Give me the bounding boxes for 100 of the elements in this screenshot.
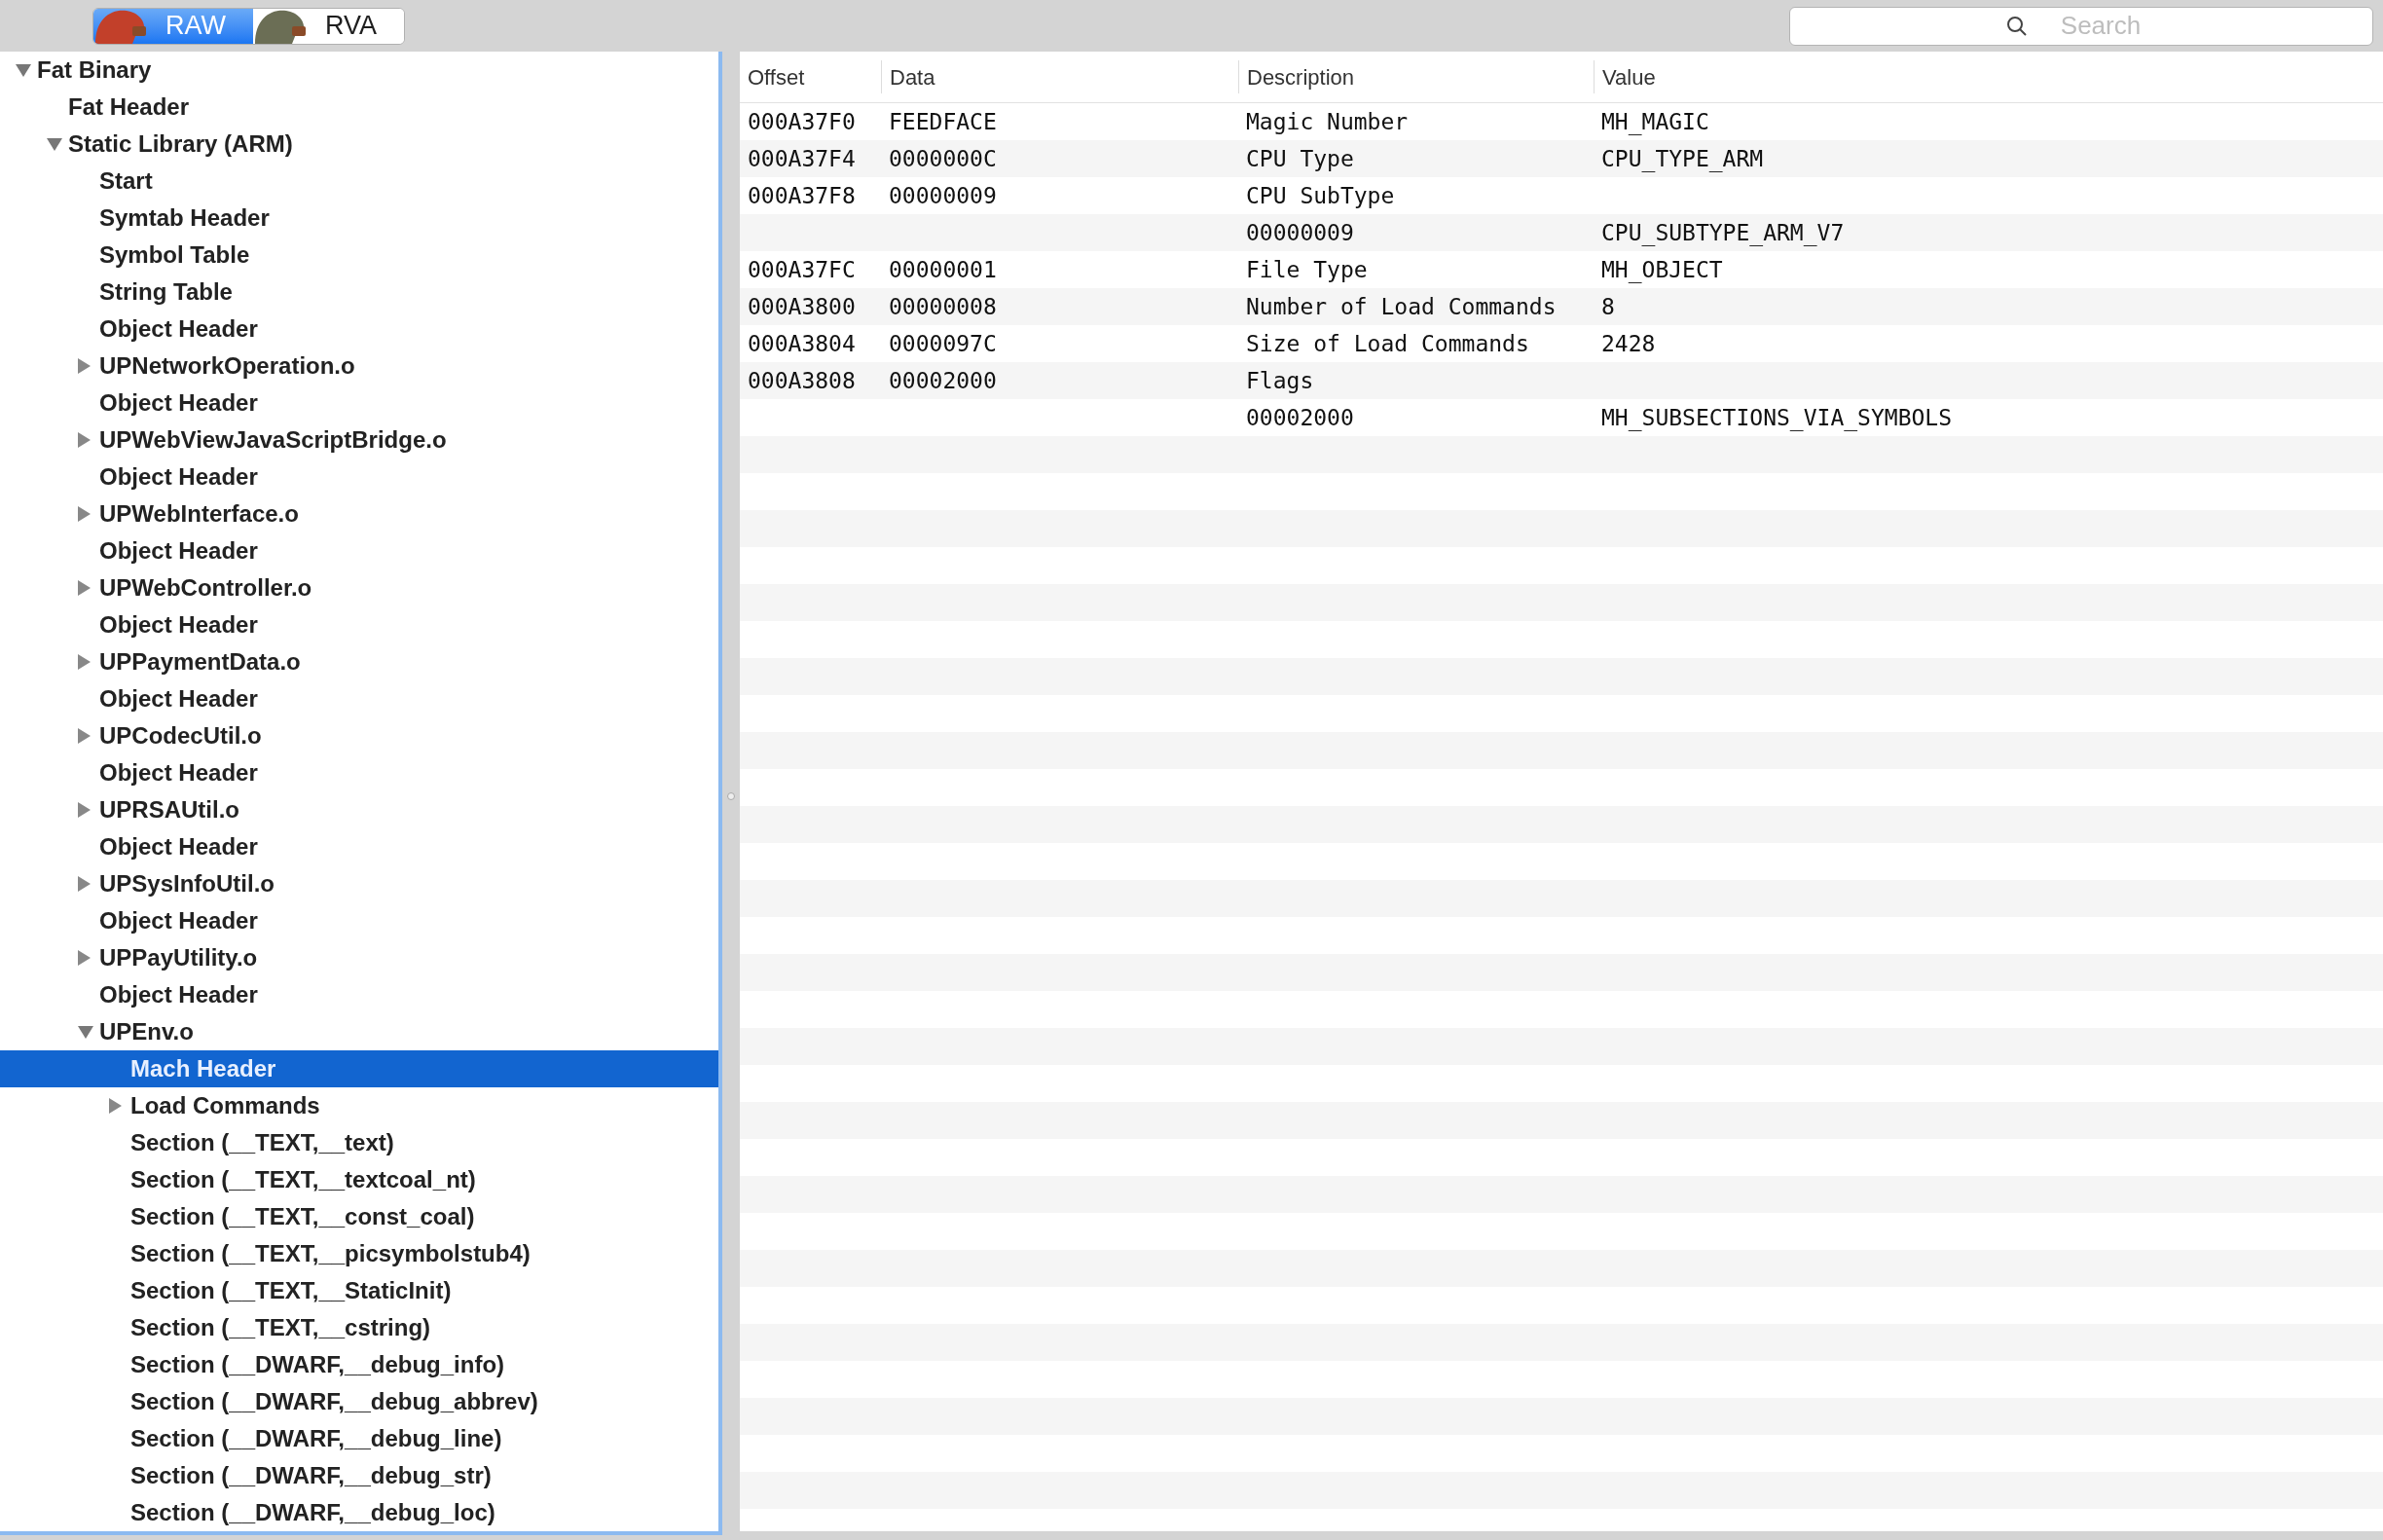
table-cell: 8: [1601, 293, 1615, 319]
tree-item[interactable]: Object Header: [0, 532, 718, 569]
tree-item[interactable]: Object Header: [0, 754, 718, 791]
collapsed-triangle-icon[interactable]: [78, 802, 91, 818]
tree-item[interactable]: Section (__TEXT,__text): [0, 1124, 718, 1161]
tree-item[interactable]: Symtab Header: [0, 200, 718, 237]
search-icon: [2005, 14, 2029, 38]
table-cell: MH_SUBSECTIONS_VIA_SYMBOLS: [1601, 404, 1953, 430]
tree-item[interactable]: Object Header: [0, 976, 718, 1013]
table-cell: 000A37F4: [748, 145, 856, 171]
item-label: Symtab Header: [99, 203, 270, 233]
collapsed-triangle-icon[interactable]: [78, 580, 91, 596]
tree-item[interactable]: Section (__TEXT,__StaticInit): [0, 1272, 718, 1309]
column-header[interactable]: Data: [881, 60, 1238, 93]
item-label: UPWebController.o: [99, 573, 312, 603]
column-header[interactable]: Offset: [740, 60, 881, 93]
tree-item[interactable]: Start: [0, 163, 718, 200]
table-cell: CPU SubType: [1246, 182, 1395, 208]
tree-item[interactable]: Mach Header: [0, 1050, 718, 1087]
table-cell: 00000001: [889, 256, 997, 282]
collapsed-triangle-icon[interactable]: [109, 1098, 122, 1114]
collapsed-triangle-icon[interactable]: [78, 432, 91, 448]
tree-item[interactable]: Load Commands: [0, 1087, 718, 1124]
table-cell: 00002000: [889, 367, 997, 393]
collapsed-triangle-icon[interactable]: [78, 876, 91, 892]
tree-item[interactable]: Section (__DWARF,__debug_str): [0, 1457, 718, 1494]
tree-item[interactable]: Section (__TEXT,__textcoal_nt): [0, 1161, 718, 1198]
tree-item[interactable]: Object Header: [0, 680, 718, 717]
item-label: Object Header: [99, 610, 258, 640]
expanded-triangle-icon[interactable]: [47, 137, 62, 151]
collapsed-triangle-icon[interactable]: [78, 506, 91, 522]
table-cell: MH_MAGIC: [1601, 108, 1709, 134]
table-cell: 000A3800: [748, 293, 856, 319]
mode-segment[interactable]: RVA: [253, 8, 405, 44]
item-label: Fat Header: [68, 92, 190, 122]
column-header[interactable]: Value: [1594, 60, 2383, 93]
tree-item[interactable]: UPWebController.o: [0, 569, 718, 606]
item-label: UPPayUtility.o: [99, 943, 258, 972]
collapsed-triangle-icon[interactable]: [78, 358, 91, 374]
tree-item[interactable]: UPCodecUtil.o: [0, 717, 718, 754]
item-label: Static Library (ARM): [68, 129, 293, 159]
tree-item[interactable]: UPPayUtility.o: [0, 939, 718, 976]
item-label: UPRSAUtil.o: [99, 795, 239, 825]
item-label: Load Commands: [130, 1091, 320, 1120]
search-field[interactable]: Search: [1789, 6, 2373, 46]
tree-item[interactable]: Object Header: [0, 458, 718, 495]
tree-item[interactable]: Fat Binary: [0, 52, 718, 89]
column-header[interactable]: Description: [1238, 60, 1594, 93]
tree-item[interactable]: Fat Header: [0, 89, 718, 126]
item-label: Fat Binary: [37, 55, 152, 85]
item-label: Object Header: [99, 758, 258, 788]
tree-item[interactable]: Object Header: [0, 902, 718, 939]
tree-item[interactable]: Section (__TEXT,__cstring): [0, 1309, 718, 1346]
tree-item[interactable]: Section (__DWARF,__debug_info): [0, 1346, 718, 1383]
item-label: UPSysInfoUtil.o: [99, 869, 275, 898]
tree-item[interactable]: Object Header: [0, 606, 718, 643]
item-label: Object Header: [99, 832, 258, 862]
expanded-triangle-icon[interactable]: [16, 63, 31, 77]
table-cell: File Type: [1246, 256, 1368, 282]
expanded-triangle-icon[interactable]: [78, 1025, 93, 1039]
tree-item[interactable]: Section (__DWARF,__debug_line): [0, 1420, 718, 1457]
item-label: UPCodecUtil.o: [99, 721, 262, 751]
collapsed-triangle-icon[interactable]: [78, 950, 91, 966]
item-label: Object Header: [99, 536, 258, 566]
table-cell: 00002000: [1246, 404, 1354, 430]
item-label: Start: [99, 166, 153, 196]
tree-item[interactable]: String Table: [0, 274, 718, 311]
tree-item[interactable]: UPEnv.o: [0, 1013, 718, 1050]
tree-item[interactable]: UPRSAUtil.o: [0, 791, 718, 828]
collapsed-triangle-icon[interactable]: [78, 728, 91, 744]
tree-item[interactable]: Object Header: [0, 828, 718, 865]
tree-item[interactable]: Section (__TEXT,__picsymbolstub4): [0, 1235, 718, 1272]
table-cell: 2428: [1601, 330, 1656, 356]
tree-item[interactable]: UPPaymentData.o: [0, 643, 718, 680]
tree-item[interactable]: UPWebInterface.o: [0, 495, 718, 532]
tree-item[interactable]: Object Header: [0, 311, 718, 348]
tree-item[interactable]: Section (__DWARF,__debug_loc): [0, 1494, 718, 1531]
item-label: UPPaymentData.o: [99, 647, 301, 677]
item-label: Object Header: [99, 314, 258, 344]
tree-item[interactable]: Symbol Table: [0, 237, 718, 274]
item-label: Section (__TEXT,__text): [130, 1128, 394, 1157]
table-cell: 0000097C: [889, 330, 997, 356]
item-label: Symbol Table: [99, 240, 250, 270]
item-label: Mach Header: [130, 1054, 276, 1083]
item-label: Section (__TEXT,__picsymbolstub4): [130, 1239, 531, 1268]
item-label: Object Header: [99, 684, 258, 714]
tree-item[interactable]: UPWebViewJavaScriptBridge.o: [0, 422, 718, 458]
table-cell: 000A3804: [748, 330, 856, 356]
table-cell: 000A37FC: [748, 256, 856, 282]
split-handle[interactable]: [727, 791, 735, 800]
tree-item[interactable]: Static Library (ARM): [0, 126, 718, 163]
item-label: UPWebViewJavaScriptBridge.o: [99, 425, 447, 455]
item-label: Section (__DWARF,__debug_abbrev): [130, 1387, 538, 1416]
tree-item[interactable]: Section (__TEXT,__const_coal): [0, 1198, 718, 1235]
tree-item[interactable]: Section (__DWARF,__debug_abbrev): [0, 1383, 718, 1420]
tree-item[interactable]: UPNetworkOperation.o: [0, 348, 718, 385]
collapsed-triangle-icon[interactable]: [78, 654, 91, 670]
table-cell: MH_OBJECT: [1601, 256, 1723, 282]
tree-item[interactable]: Object Header: [0, 385, 718, 422]
tree-item[interactable]: UPSysInfoUtil.o: [0, 865, 718, 902]
